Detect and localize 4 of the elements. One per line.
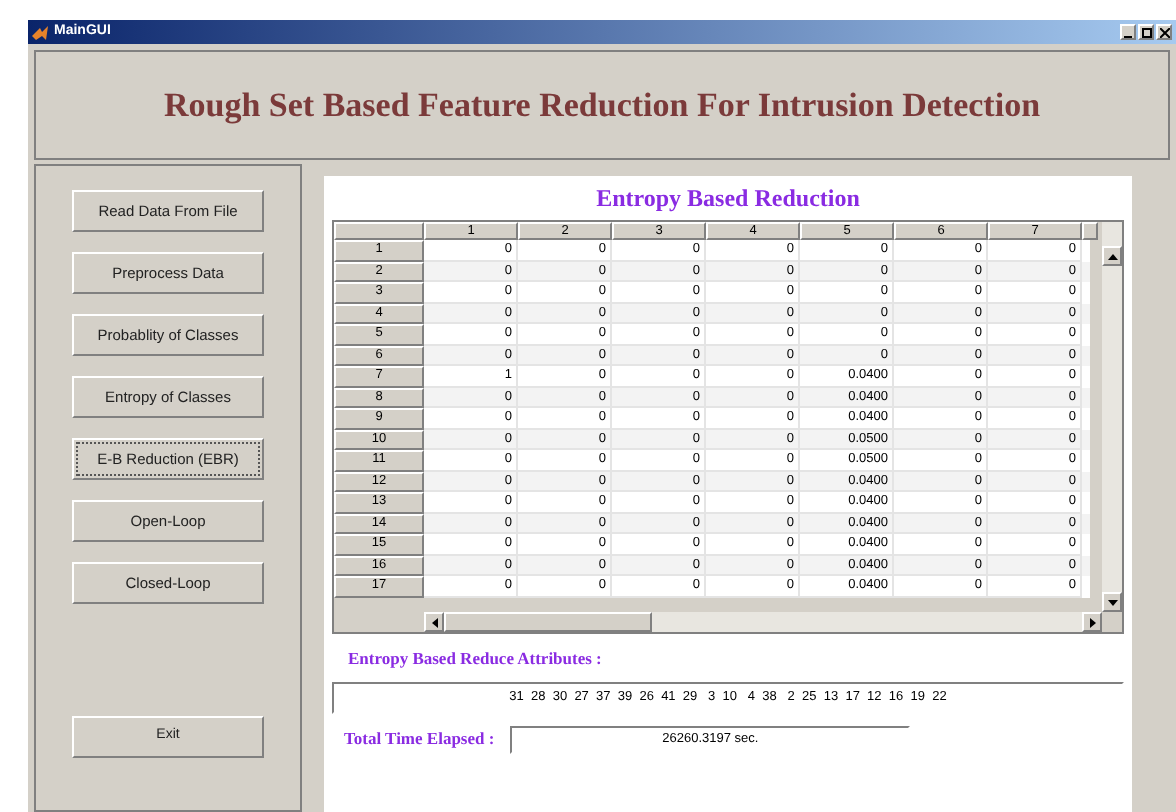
time-label: Total Time Elapsed : [344, 726, 495, 753]
attributes-label: Entropy Based Reduce Attributes : [348, 646, 604, 672]
panel-title: Entropy Based Reduction [596, 182, 860, 216]
header-title: Rough Set Based Feature Reduction For Intrusion Detection [163, 83, 1041, 128]
